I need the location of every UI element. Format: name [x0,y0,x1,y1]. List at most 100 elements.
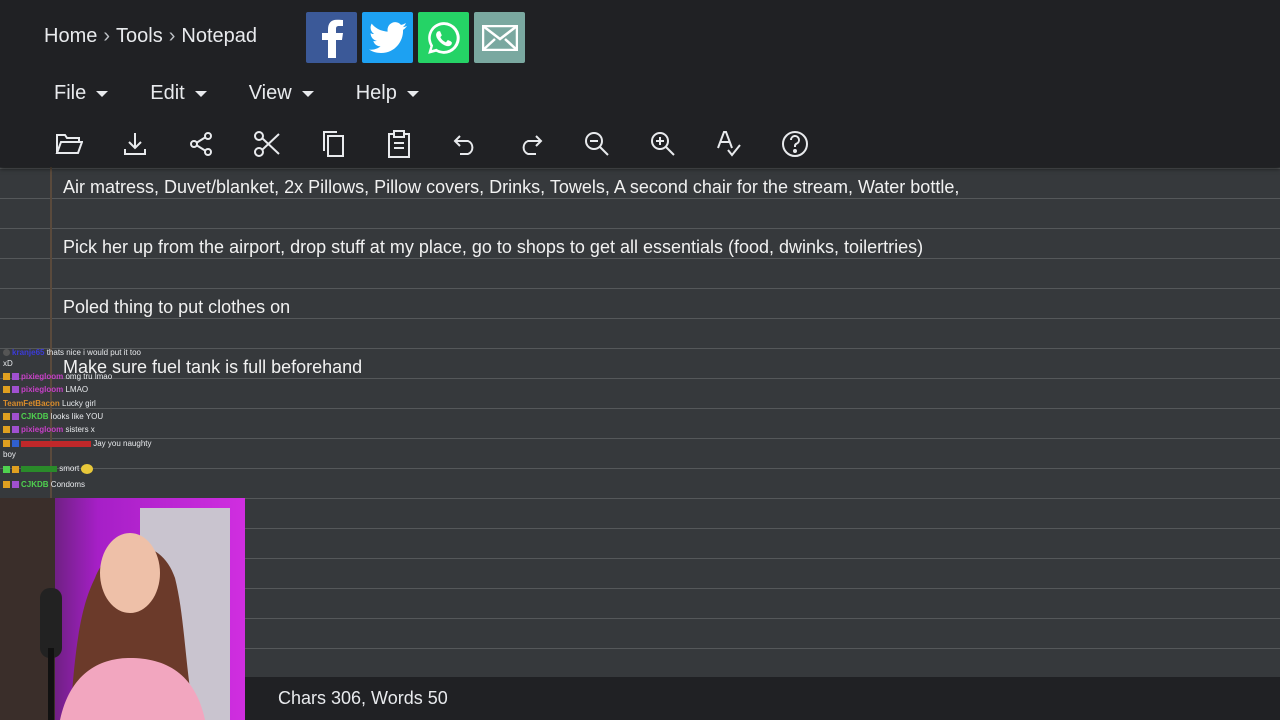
badge-icon [12,440,19,448]
chat-message: boy [3,450,16,459]
share-buttons [306,12,525,63]
menu-bar: File Edit View Help [44,82,451,105]
redo-icon [522,135,543,155]
badge-icon [12,386,19,394]
chat-text: Lucky girl [62,399,96,408]
webcam-overlay [0,498,245,720]
share-button[interactable] [168,124,234,164]
badge-icon [12,465,19,473]
zoom-out-icon [585,132,609,156]
chevron-down-icon [96,90,109,97]
text-line: Poled thing to put clothes on [63,297,291,317]
menu-help-label: Help [355,82,397,104]
badge-icon [3,465,10,473]
chevron-down-icon [301,90,314,97]
whatsapp-share-button[interactable] [418,12,469,63]
menu-view[interactable]: View [239,82,324,105]
badge-icon [3,481,10,489]
chevron-down-icon [406,90,419,97]
chat-message: smort [3,464,94,474]
menu-file-label: File [54,82,87,104]
share-icon [190,132,212,156]
paste-icon [388,130,410,158]
mail-icon [481,24,518,51]
cut-icon [254,131,280,157]
chat-user-hidden [21,466,57,472]
open-folder-icon [55,134,83,154]
chat-text: looks like YOU [50,412,104,421]
badge-icon [3,349,10,357]
chat-message: pixiegloom sisters x [3,425,95,434]
breadcrumb: Home › Tools › Notepad [44,25,257,48]
chat-message: TeamFetBacon Lucky girl [3,399,96,408]
zoom-in-icon [651,132,675,156]
download-button[interactable] [102,124,168,164]
menu-edit[interactable]: Edit [140,82,216,105]
download-icon [124,133,146,155]
chat-text: LMAO [65,385,89,394]
cut-button[interactable] [234,124,300,164]
zoom-out-button[interactable] [564,124,630,164]
breadcrumb-home[interactable]: Home [44,25,97,48]
badge-icon [3,373,10,381]
facebook-icon [321,19,343,58]
chat-user: pixiegloom [21,425,64,434]
twitter-share-button[interactable] [362,12,413,63]
char-word-count: Chars 306, Words 50 [278,688,448,708]
breadcrumb-separator: › [168,25,176,47]
menu-help[interactable]: Help [346,82,429,105]
badge-icon [3,413,10,421]
chat-text: sisters x [65,425,95,434]
breadcrumb-current: Notepad [181,25,258,47]
open-button[interactable] [36,124,102,164]
chat-text: Jay you naughty [93,439,152,448]
breadcrumb-tools[interactable]: Tools [116,25,163,48]
paste-button[interactable] [366,124,432,164]
facebook-share-button[interactable] [306,12,357,63]
chat-text: xD [3,359,13,368]
chat-text: boy [3,450,16,459]
twitter-icon [368,21,407,53]
undo-button[interactable] [432,124,498,164]
chat-message: Jay you naughty [3,439,152,448]
badge-icon [3,386,10,394]
menu-view-label: View [248,82,292,104]
breadcrumb-separator: › [103,25,111,47]
chat-user: pixiegloom [21,372,64,381]
chat-user: kranje65 [12,348,45,357]
menu-file[interactable]: File [44,82,118,105]
webcam-image [0,498,245,720]
chat-message: kranje65 thats nice i would put it too [3,348,141,357]
status-bar: Chars 306, Words 50 [245,677,1280,720]
spellcheck-button[interactable] [696,124,762,164]
copy-button[interactable] [300,124,366,164]
chat-user: CJKDB [21,480,49,489]
zoom-in-button[interactable] [630,124,696,164]
badge-icon [3,440,10,448]
help-button[interactable] [762,124,828,164]
chat-message: pixiegloom LMAO [3,385,88,394]
chat-text: thats nice i would put it too [46,348,141,357]
chat-user: pixiegloom [21,385,64,394]
redo-button[interactable] [498,124,564,164]
help-icon [782,131,808,157]
menu-edit-label: Edit [150,82,185,104]
chat-message: CJKDB looks like YOU [3,412,103,421]
chat-user: TeamFetBacon [3,399,60,408]
chevron-down-icon [194,90,207,97]
badge-icon [12,373,19,381]
copy-icon [323,131,344,157]
chat-user: CJKDB [21,412,49,421]
emote-icon [81,464,94,474]
stream-chat-overlay: kranje65 thats nice i would put it too x… [0,346,245,498]
chat-text: omg tru lmao [65,372,113,381]
text-line: Pick her up from the airport, drop stuff… [63,237,924,257]
undo-icon [453,135,474,155]
text-line: Air matress, Duvet/blanket, 2x Pillows, … [63,177,960,197]
whatsapp-icon [427,21,460,54]
notepad-header: Home › Tools › Notepad File Edit View He… [0,0,1280,167]
email-share-button[interactable] [474,12,525,63]
badge-icon [12,426,19,434]
chat-message: CJKDB Condoms [3,480,85,489]
chat-message: pixiegloom omg tru lmao [3,372,112,381]
